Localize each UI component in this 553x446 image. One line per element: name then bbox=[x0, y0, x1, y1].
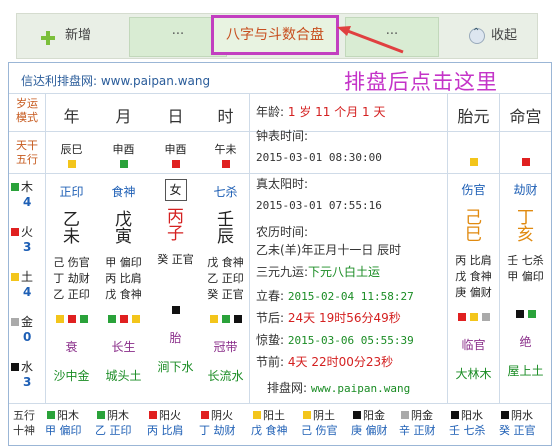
legend-cell-6: 阳金庚 偏财 bbox=[351, 409, 388, 437]
paipan-panel: 信达利排盘网: www.paipan.wang 排盘后点击这里 岁运 模式 天干五… bbox=[8, 62, 552, 446]
clock-value: 2015-03-01 08:30:00 bbox=[256, 151, 382, 164]
wuxing-jin: 金0 bbox=[9, 313, 45, 358]
jieqian-row: 节前: 4天 22时00分23秒 bbox=[256, 355, 394, 369]
row-label-tiangan: 天干 五行 bbox=[16, 139, 38, 166]
legend-cell-7: 阴金辛 正财 bbox=[399, 409, 436, 437]
annotation-note: 排盘后点击这里 bbox=[344, 70, 498, 94]
site-row: 排盘网: www.paipan.wang bbox=[267, 381, 411, 395]
age-row: 年龄: 1 岁 11 个月 1 天 bbox=[256, 105, 386, 119]
pillar-hour: 时 午未 七杀 壬 辰 戊 食神 乙 正印 癸 正官 冠带 长流水 bbox=[207, 107, 244, 383]
toolbar: 新增 ··· 八字与斗数合盘 ··· 收起 bbox=[16, 13, 538, 59]
arrow-icon bbox=[337, 26, 404, 54]
pillar-year: 年 辰巳 正印 乙 未 己 伤官 丁 劫财 乙 正印 衰 沙中金 bbox=[53, 107, 90, 383]
yuan-row: 三元九运:下元八白土运 bbox=[256, 265, 381, 279]
wuxing-huo: 火3 bbox=[9, 223, 45, 268]
wuxing-mu: 木4 bbox=[9, 178, 45, 223]
pillar-day: 日 申酉 女 丙 子 癸 正官 胎 涧下水 bbox=[157, 107, 194, 374]
collapse-button[interactable]: 收起 bbox=[491, 14, 517, 58]
jiehou-row: 节后: 24天 19时56分49秒 bbox=[256, 311, 401, 325]
clock-label: 钟表时间: bbox=[256, 129, 309, 143]
gender-box: 女 bbox=[164, 179, 187, 201]
bottom-row-labels: 五行 十神 bbox=[13, 409, 35, 437]
lichun-row: 立春: 2015-02-04 11:58:27 bbox=[256, 289, 414, 303]
tab-bazi-doushu[interactable]: 八字与斗数合盘 bbox=[211, 15, 339, 55]
jingzhe-row: 惊蛰: 2015-03-06 05:55:39 bbox=[256, 333, 414, 347]
new-button[interactable]: 新增 bbox=[65, 14, 91, 58]
wuxing-shui: 水3 bbox=[9, 358, 45, 403]
row-label-jiaoyun: 岁运 模式 bbox=[16, 97, 38, 124]
add-icon[interactable] bbox=[41, 31, 55, 45]
wuxing-counts: 木4 火3 土4 金0 水3 bbox=[9, 178, 45, 403]
legend-cell-4: 阳土戊 食神 bbox=[251, 409, 288, 437]
legend-cell-8: 阳水壬 七杀 bbox=[449, 409, 486, 437]
legend-cell-5: 阴土己 伤官 bbox=[301, 409, 338, 437]
solar-label: 真太阳时: bbox=[256, 177, 309, 191]
legend-cell-3: 阴火丁 劫财 bbox=[199, 409, 236, 437]
minggong-column: 命宫 劫财 丁 亥 壬 七杀 甲 偏印 绝 屋上土 bbox=[507, 107, 544, 378]
pillar-month: 月 申酉 食神 戊 寅 甲 偏印 丙 比肩 戊 食神 长生 城头土 bbox=[105, 107, 142, 383]
legend-cell-1: 阴木乙 正印 bbox=[95, 409, 132, 437]
legend-cell-9: 阴水癸 正官 bbox=[499, 409, 536, 437]
lunar-label: 农历时间: bbox=[256, 225, 309, 239]
panel-title: 信达利排盘网: www.paipan.wang bbox=[21, 74, 211, 88]
legend-cell-0: 阳木甲 偏印 bbox=[45, 409, 82, 437]
taiyuan-column: 胎元 伤官 己 巳 丙 比肩 戊 食神 庚 偏财 临官 大林木 bbox=[455, 107, 492, 381]
lunar-value: 乙未(羊)年正月十一日 辰时 bbox=[256, 243, 402, 257]
collapse-icon[interactable] bbox=[469, 28, 485, 44]
wuxing-tu: 土4 bbox=[9, 268, 45, 313]
bottom-legend: 五行 十神 阳木甲 偏印 阴木乙 正印 阳火丙 比肩 阴火丁 劫财 阳土戊 食神 … bbox=[9, 404, 551, 445]
legend-cell-2: 阳火丙 比肩 bbox=[147, 409, 184, 437]
solar-value: 2015-03-01 07:55:16 bbox=[256, 199, 382, 212]
